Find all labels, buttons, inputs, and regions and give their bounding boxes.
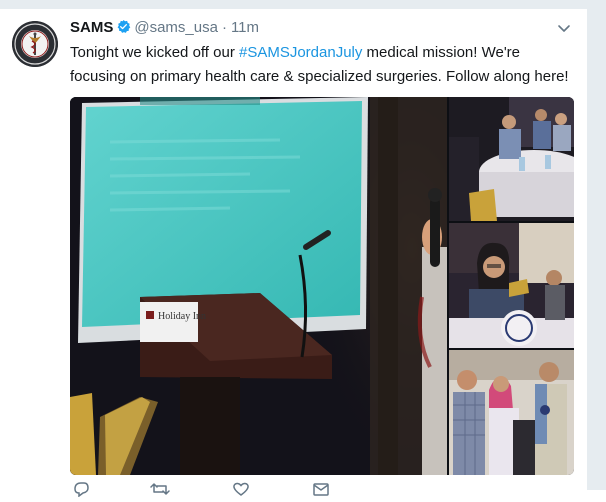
tweet-text: Tonight we kicked off our #SAMSJordanJul… [70, 41, 580, 89]
timeline-top-border [0, 0, 606, 8]
verified-badge-icon [116, 19, 131, 38]
photo-thumbnail-3[interactable] [449, 350, 574, 475]
retweet-icon[interactable] [150, 481, 170, 502]
header-separator: · [221, 19, 227, 36]
tweet-header: SAMS @sams_usa · 11m [70, 19, 259, 38]
media-grid: Holiday Inn [70, 97, 574, 475]
tweet-card[interactable]: SAMS @sams_usa · 11m Tonight we kicked off … [0, 8, 587, 498]
photo-thumbnail-1[interactable] [449, 97, 574, 221]
reply-icon[interactable] [72, 481, 90, 502]
chevron-down-icon[interactable] [557, 21, 571, 39]
avatar[interactable] [12, 21, 58, 67]
like-icon[interactable] [232, 481, 250, 502]
author-name[interactable]: SAMS [70, 19, 113, 36]
photo-thumbnail-2[interactable] [449, 223, 574, 348]
photo-main[interactable]: Holiday Inn [70, 97, 447, 475]
tweet-action-bar [70, 479, 370, 499]
tweet-timestamp[interactable]: 11m [231, 19, 259, 36]
author-handle[interactable]: @sams_usa [134, 19, 218, 36]
podium-sign-label: Holiday Inn [158, 311, 206, 322]
hashtag-link[interactable]: #SAMSJordanJuly [239, 44, 362, 61]
tweet-text-part1: Tonight we kicked off our [70, 44, 239, 61]
timeline-right-gutter [587, 0, 606, 490]
sams-logo-icon [12, 21, 58, 67]
direct-message-icon[interactable] [312, 481, 330, 502]
